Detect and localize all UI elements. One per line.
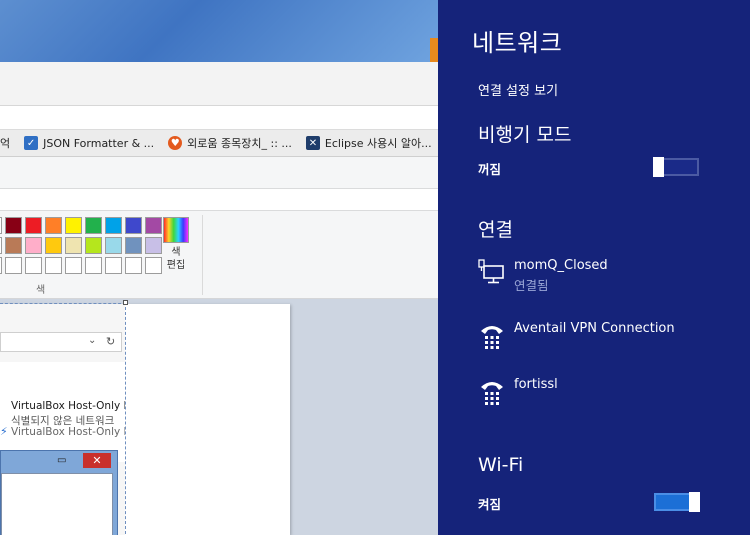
color-swatch[interactable] — [85, 257, 102, 274]
color-swatch[interactable] — [145, 257, 162, 274]
edit-colors-label-line1: 색 — [171, 247, 181, 258]
color-swatch[interactable] — [5, 217, 22, 234]
desktop-background — [0, 0, 438, 62]
color-swatch[interactable] — [145, 217, 162, 234]
color-swatch[interactable] — [45, 257, 62, 274]
paint-tabs-strip — [0, 189, 438, 211]
toggle-thumb — [689, 492, 700, 512]
colors-group-label: 색 — [36, 285, 46, 296]
dialup-phone-icon — [481, 326, 503, 349]
color-swatch[interactable] — [85, 217, 102, 234]
color-swatch[interactable] — [5, 257, 22, 274]
close-icon: ✕ — [83, 453, 111, 468]
refresh-icon: ↻ — [106, 335, 116, 348]
bookmark-label: JSON Formatter & ... — [43, 136, 155, 150]
wifi-state: 켜짐 — [478, 497, 502, 512]
chevron-down-icon: ⌄ — [88, 335, 97, 346]
color-swatch[interactable] — [0, 237, 2, 254]
pasted-adapter-list: VirtualBox Host-Only N 식별되지 않은 네트워크 Virt… — [0, 362, 125, 462]
color-swatch[interactable] — [45, 217, 62, 234]
minimize-icon: ▭ — [57, 455, 67, 466]
pasted-dialog-body — [1, 473, 113, 535]
bookmark-item-blog[interactable]: ♥ 외로움 종목장치_ :: ... — [168, 135, 292, 151]
selection-resize-handle[interactable] — [123, 300, 128, 305]
paint-ribbon: 색 편집 색 — [0, 211, 438, 299]
selection-border-right — [125, 302, 126, 534]
browser-toolbar — [0, 62, 438, 106]
edit-colors-label: 색 편집 — [163, 246, 189, 272]
adapter-name: VirtualBox Host-Only N — [11, 400, 125, 412]
taskbar-accent — [430, 38, 438, 62]
connection-name: Aventail VPN Connection — [514, 321, 675, 336]
color-swatch[interactable] — [105, 257, 122, 274]
bookmark-label: 억 — [0, 137, 11, 150]
wifi-toggle[interactable] — [654, 492, 700, 512]
paint-titlebar — [0, 157, 438, 189]
pasted-screenshot: ⌄ ↻ VirtualBox Host-Only N 식별되지 않은 네트워크 … — [0, 304, 125, 535]
browser-address-strip[interactable] — [0, 106, 438, 130]
bookmark-item-json-formatter[interactable]: ✓ JSON Formatter & ... — [24, 136, 154, 150]
color-swatch[interactable] — [65, 257, 82, 274]
toggle-thumb — [653, 157, 664, 177]
airplane-mode-state: 꺼짐 — [478, 162, 502, 177]
selection-border-top — [0, 303, 126, 304]
checkbox-icon: ✓ — [24, 136, 39, 150]
color-swatch[interactable] — [145, 237, 162, 254]
color-swatch[interactable] — [105, 237, 122, 254]
edit-colors-button[interactable]: 색 편집 — [163, 217, 191, 272]
color-swatch[interactable] — [0, 217, 2, 234]
color-swatch[interactable] — [0, 257, 2, 274]
connection-status: 연결됨 — [514, 278, 549, 293]
wifi-heading: Wi-Fi — [478, 454, 524, 476]
bookmark-item-eclipse[interactable]: ✕ Eclipse 사용시 알아... — [305, 135, 432, 151]
color-spectrum-icon — [163, 217, 189, 243]
eclipse-icon: ✕ — [305, 136, 320, 150]
bookmark-item[interactable]: 억 — [0, 135, 10, 151]
connection-item-fortissl[interactable]: fortissl — [478, 374, 738, 414]
connection-item-momq[interactable]: momQ_Closed 연결됨 — [478, 255, 738, 295]
edit-colors-label-line2: 편집 — [166, 260, 186, 271]
color-swatch[interactable] — [125, 257, 142, 274]
bookmarks-bar: 억 ✓ JSON Formatter & ... ♥ 외로움 종목장치_ :: … — [0, 130, 438, 157]
network-adapter-icon: ⚡ — [0, 425, 8, 438]
connection-name: fortissl — [514, 377, 558, 392]
view-connection-settings-link[interactable]: 연결 설정 보기 — [478, 80, 558, 99]
color-swatch[interactable] — [5, 237, 22, 254]
panel-title: 네트워크 — [472, 29, 563, 57]
airplane-mode-toggle[interactable] — [653, 157, 699, 177]
color-swatch[interactable] — [125, 217, 142, 234]
pasted-dialog-window: ▭ ✕ — [0, 450, 118, 535]
adapter-description: VirtualBox Host-Only Et — [11, 426, 125, 438]
airplane-mode-heading: 비행기 모드 — [478, 124, 572, 146]
ribbon-divider — [202, 215, 203, 295]
color-palette — [0, 217, 162, 274]
color-swatch[interactable] — [105, 217, 122, 234]
color-swatch[interactable] — [45, 237, 62, 254]
color-swatch[interactable] — [25, 257, 42, 274]
color-swatch[interactable] — [25, 217, 42, 234]
connections-heading: 연결 — [478, 219, 513, 241]
paint-canvas-area: ⌄ ↻ VirtualBox Host-Only N 식별되지 않은 네트워크 … — [0, 299, 438, 535]
color-swatch[interactable] — [65, 217, 82, 234]
dialup-phone-icon — [481, 382, 503, 405]
orange-circle-icon: ♥ — [168, 136, 183, 150]
network-panel: 네트워크 연결 설정 보기 비행기 모드 꺼짐 연결 momQ_Closed 연… — [438, 0, 750, 535]
pasted-address-bar — [0, 332, 122, 352]
color-swatch[interactable] — [25, 237, 42, 254]
connection-name: momQ_Closed — [514, 258, 608, 273]
color-swatch[interactable] — [65, 237, 82, 254]
bookmark-label: 외로움 종목장치_ :: ... — [187, 137, 292, 150]
color-swatch[interactable] — [125, 237, 142, 254]
connection-item-aventail-vpn[interactable]: Aventail VPN Connection — [478, 318, 738, 358]
wired-network-icon — [478, 259, 504, 284]
color-swatch[interactable] — [85, 237, 102, 254]
bookmark-label: Eclipse 사용시 알아... — [324, 137, 432, 150]
